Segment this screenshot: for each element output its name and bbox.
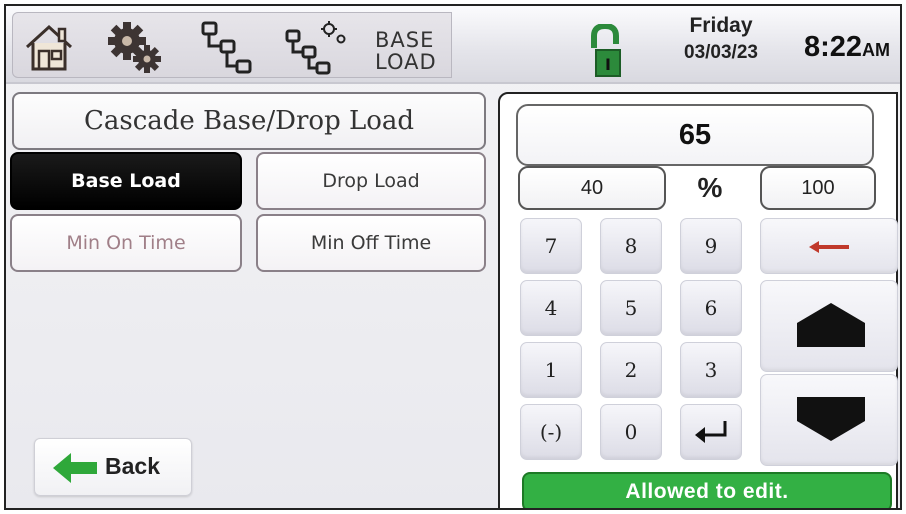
key-3[interactable]: 3: [680, 342, 742, 398]
mode-label: BASE LOAD: [375, 28, 437, 74]
header-bar: BASE LOAD I Friday 03/03/23 8:22AM: [6, 6, 900, 84]
value-display: 65: [516, 104, 874, 166]
status-bar: Allowed to edit.: [522, 472, 892, 508]
back-label: Back: [105, 453, 160, 479]
lock-icon[interactable]: I: [586, 22, 624, 80]
key-negative[interactable]: (-): [520, 404, 582, 460]
key-2[interactable]: 2: [600, 342, 662, 398]
backspace-button[interactable]: [760, 218, 898, 274]
decrement-button[interactable]: [760, 374, 898, 466]
min-value: 40: [518, 166, 666, 210]
down-arrow-icon: [797, 397, 865, 441]
date-display: Friday 03/03/23: [666, 14, 776, 66]
backspace-icon: [809, 241, 849, 253]
date-label: 03/03/23: [684, 42, 758, 63]
svg-text:I: I: [605, 55, 611, 74]
min-off-time-button[interactable]: Min Off Time: [256, 214, 486, 272]
page-title: Cascade Base/Drop Load: [12, 92, 486, 150]
network-settings-icon[interactable]: [283, 19, 346, 75]
key-4[interactable]: 4: [520, 280, 582, 336]
key-5[interactable]: 5: [600, 280, 662, 336]
key-0[interactable]: 0: [600, 404, 662, 460]
clock: 8:22AM: [804, 32, 890, 65]
up-arrow-icon: [797, 303, 865, 347]
key-6[interactable]: 6: [680, 280, 742, 336]
device-screen: BASE LOAD I Friday 03/03/23 8:22AM Casca…: [4, 4, 902, 510]
keypad-panel: 65 40 % 100 7 8 9 4 5 6 1 2 3 (-) 0 Allo…: [498, 92, 898, 508]
day-label: Friday: [689, 14, 753, 37]
enter-button[interactable]: [680, 404, 742, 460]
key-8[interactable]: 8: [600, 218, 662, 274]
nav-panel: BASE LOAD: [12, 12, 452, 78]
unit-label: %: [697, 172, 723, 203]
network-icon[interactable]: [197, 19, 253, 75]
min-on-time-button[interactable]: Min On Time: [10, 214, 242, 272]
key-7[interactable]: 7: [520, 218, 582, 274]
home-icon[interactable]: [21, 19, 77, 75]
key-1[interactable]: 1: [520, 342, 582, 398]
base-load-button[interactable]: Base Load: [10, 152, 242, 210]
enter-icon: [695, 421, 727, 443]
gears-icon[interactable]: [105, 19, 161, 75]
increment-button[interactable]: [760, 280, 898, 372]
key-9[interactable]: 9: [680, 218, 742, 274]
max-value: 100: [760, 166, 876, 210]
back-arrow-icon: [53, 453, 97, 483]
drop-load-button[interactable]: Drop Load: [256, 152, 486, 210]
ampm-label: AM: [862, 40, 891, 60]
back-button[interactable]: Back: [34, 438, 192, 496]
time-label: 8:22: [804, 31, 863, 63]
